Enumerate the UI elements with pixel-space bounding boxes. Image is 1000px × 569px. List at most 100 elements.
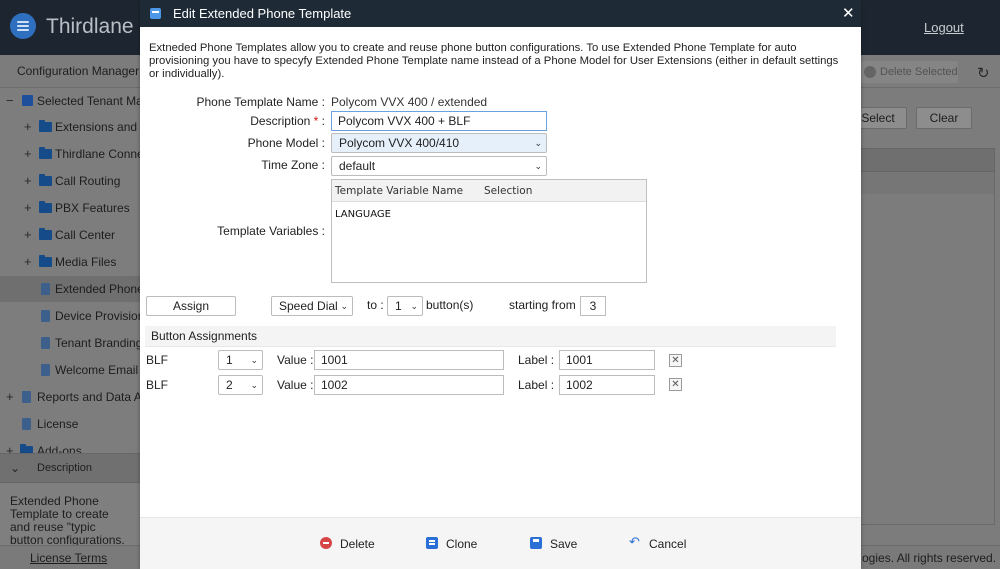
delete-label: Delete	[340, 537, 375, 551]
tree-item-reports[interactable]: + Reports and Data Ar	[0, 384, 142, 410]
expand-toggle[interactable]: +	[24, 195, 32, 221]
folder-icon	[39, 120, 52, 132]
folder-icon	[20, 444, 33, 453]
tree-item-license[interactable]: License	[0, 411, 142, 437]
tree-item-pbx-features[interactable]: + PBX Features	[0, 195, 142, 221]
tree-item-label: Extensions and C	[55, 120, 142, 134]
remove-row-icon[interactable]: ✕	[669, 354, 682, 367]
template-variables-grid: Template Variable Name Selection LANGUAG…	[331, 179, 647, 283]
label-label: Label :	[518, 378, 555, 392]
tree-item-welcome-email[interactable]: Welcome Email	[0, 357, 142, 383]
button-index-select[interactable]: 1 ⌄	[218, 350, 263, 370]
required-marker: *	[313, 114, 319, 128]
save-label: Save	[550, 537, 578, 551]
tree-item-media-files[interactable]: + Media Files	[0, 249, 142, 275]
tree-item-label: Call Center	[55, 228, 116, 242]
phone-model-value: Polycom VVX 400/410	[339, 136, 460, 150]
assignment-label-input[interactable]	[559, 375, 655, 395]
button-index-select[interactable]: 2 ⌄	[218, 375, 263, 395]
grid-body	[860, 172, 995, 525]
time-zone-select[interactable]: default ⌄	[331, 156, 547, 176]
description-panel-title: Description	[37, 462, 93, 474]
expand-toggle[interactable]: +	[24, 141, 32, 167]
tree-item-thirdlane-connect[interactable]: + Thirdlane Conne	[0, 141, 142, 167]
time-zone-label: Time Zone :	[261, 158, 325, 172]
col-template-variable-name: Template Variable Name	[335, 185, 464, 197]
tree-item-label: Reports and Data Ar	[37, 390, 142, 404]
value-label: Value :	[277, 378, 314, 392]
expand-toggle[interactable]: +	[24, 249, 32, 275]
time-zone-value: default	[339, 159, 376, 173]
tree-item-addons[interactable]: + Add-ons	[0, 438, 142, 453]
cancel-button[interactable]: ↶ Cancel	[629, 535, 687, 552]
folder-icon	[39, 255, 52, 267]
remove-row-icon[interactable]: ✕	[669, 378, 682, 391]
phone-model-label: Phone Model :	[247, 136, 325, 150]
refresh-icon[interactable]: ↻	[977, 64, 990, 82]
expand-toggle[interactable]: +	[6, 438, 14, 453]
template-name-label: Phone Template Name :	[196, 95, 325, 109]
tree-item-extensions[interactable]: + Extensions and C	[0, 114, 142, 140]
clone-label: Clone	[446, 537, 478, 551]
description-panel-body: Extended Phone Template to create and re…	[0, 483, 142, 545]
delete-icon	[320, 537, 332, 549]
button-count-select[interactable]: 1 ⌄	[387, 296, 423, 316]
chevron-down-icon: ⌄	[250, 380, 258, 390]
buttons-label: button(s)	[426, 298, 474, 312]
copyright-text: ogies. All rights reserved.	[862, 551, 997, 565]
intro-text: Extneded Phone Templates allow you to cr…	[149, 42, 839, 80]
description-label-colon: :	[321, 114, 325, 128]
expand-toggle[interactable]: +	[24, 222, 32, 248]
button-index-value: 1	[226, 353, 233, 367]
description-input[interactable]	[331, 111, 547, 131]
save-icon	[530, 537, 542, 549]
logout-link[interactable]: Logout	[924, 20, 964, 35]
tree-item-call-routing[interactable]: + Call Routing	[0, 168, 142, 194]
document-icon	[22, 391, 31, 403]
clear-button[interactable]: Clear	[916, 107, 972, 129]
edit-template-dialog: Edit Extended Phone Template ✕ Extneded …	[140, 0, 861, 569]
assignment-type: BLF	[146, 353, 169, 367]
close-icon[interactable]: ✕	[842, 4, 855, 22]
template-name-value: Polycom VVX 400 / extended	[331, 95, 488, 109]
document-icon	[41, 364, 50, 376]
document-icon	[41, 337, 50, 349]
expand-toggle[interactable]: +	[6, 384, 14, 410]
thirdlane-logo-icon	[10, 13, 36, 39]
tree-item-device-provision[interactable]: Device Provision	[0, 303, 142, 329]
tree-item-tenant-branding[interactable]: Tenant Branding	[0, 330, 142, 356]
config-manager-title: Configuration Manager 10.	[17, 64, 160, 78]
folder-icon	[39, 228, 52, 240]
delete-selected-button[interactable]: Delete Selected	[860, 61, 958, 83]
assign-type-select[interactable]: Speed Dial ⌄	[271, 296, 353, 316]
collapse-toggle[interactable]: −	[6, 88, 14, 114]
expand-toggle[interactable]: +	[24, 114, 32, 140]
cancel-label: Cancel	[649, 537, 687, 551]
assignment-value-input[interactable]	[314, 350, 504, 370]
assignment-label-input[interactable]	[559, 350, 655, 370]
tree-item-tenant[interactable]: − Selected Tenant Mar	[0, 88, 142, 114]
assignment-value-input[interactable]	[314, 375, 504, 395]
template-variable-row[interactable]: LANGUAGE	[335, 209, 391, 220]
phone-model-select[interactable]: Polycom VVX 400/410 ⌄	[331, 133, 547, 153]
starting-from-input[interactable]: 3	[580, 296, 606, 316]
tree-item-label: Tenant Branding	[55, 336, 142, 350]
clone-button[interactable]: Clone	[426, 536, 477, 552]
description-panel-header[interactable]: ⌄ Description	[0, 453, 142, 483]
dialog-footer: Delete Clone Save ↶ Cancel	[140, 517, 861, 569]
folder-icon	[39, 201, 52, 213]
tree-item-call-center[interactable]: + Call Center	[0, 222, 142, 248]
tree-item-extended-phone[interactable]: Extended Phone	[0, 276, 142, 302]
expand-toggle[interactable]: +	[24, 168, 32, 194]
license-terms-link[interactable]: License Terms	[30, 551, 107, 565]
document-icon	[22, 418, 31, 430]
save-button[interactable]: Save	[530, 536, 577, 552]
delete-button[interactable]: Delete	[320, 536, 375, 552]
chevron-down-icon: ⌄	[534, 138, 542, 148]
assign-button[interactable]: Assign	[146, 296, 236, 316]
button-assignments-header: Button Assignments	[145, 326, 836, 347]
dialog-header: Edit Extended Phone Template ✕	[140, 0, 861, 27]
tree-item-label: Welcome Email	[55, 363, 139, 377]
template-variable-name: LANGUAGE	[335, 209, 391, 220]
window-icon	[150, 8, 161, 19]
